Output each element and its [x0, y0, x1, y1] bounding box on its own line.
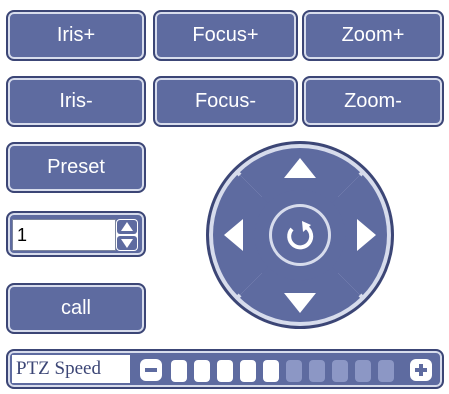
call-button[interactable]: call	[6, 283, 146, 334]
ptz-speed-label: PTZ Speed	[12, 355, 130, 383]
speed-level-segment[interactable]	[217, 360, 233, 382]
speed-level-segment[interactable]	[240, 360, 256, 382]
zoom-plus-label: Zoom+	[341, 24, 405, 46]
speed-level-segment[interactable]	[263, 360, 279, 382]
preset-label: Preset	[47, 156, 105, 178]
zoom-minus-label: Zoom-	[344, 90, 402, 112]
speed-level-segment[interactable]	[378, 360, 394, 382]
preset-number-spinner	[6, 211, 146, 257]
speed-level-segment[interactable]	[286, 360, 302, 382]
focus-plus-button[interactable]: Focus+	[153, 10, 298, 61]
spinner-icon	[117, 220, 137, 250]
minus-icon	[145, 368, 157, 372]
iris-minus-button[interactable]: Iris-	[6, 76, 146, 127]
speed-level-segment[interactable]	[332, 360, 348, 382]
speed-level-segment[interactable]	[309, 360, 325, 382]
speed-level-segment[interactable]	[355, 360, 371, 382]
focus-minus-button[interactable]: Focus-	[153, 76, 298, 127]
iris-plus-button[interactable]: Iris+	[6, 10, 146, 61]
zoom-minus-button[interactable]: Zoom-	[302, 76, 444, 127]
plus-icon	[415, 364, 427, 376]
ptz-speed-bar: PTZ Speed	[6, 349, 444, 389]
iris-plus-label: Iris+	[56, 24, 96, 46]
speed-increase-button[interactable]	[410, 359, 432, 381]
call-label: call	[60, 297, 91, 319]
speed-level-segment[interactable]	[171, 360, 187, 382]
spinner-arrows	[116, 219, 138, 251]
speed-decrease-button[interactable]	[140, 359, 162, 381]
preset-button[interactable]: Preset	[6, 142, 146, 193]
center-reset-button[interactable]	[272, 207, 328, 263]
focus-plus-label: Focus+	[192, 24, 259, 46]
speed-level-segment[interactable]	[194, 360, 210, 382]
zoom-plus-button[interactable]: Zoom+	[302, 10, 444, 61]
focus-minus-label: Focus-	[194, 90, 257, 112]
preset-number-input[interactable]	[12, 219, 116, 251]
iris-minus-label: Iris-	[59, 90, 93, 112]
